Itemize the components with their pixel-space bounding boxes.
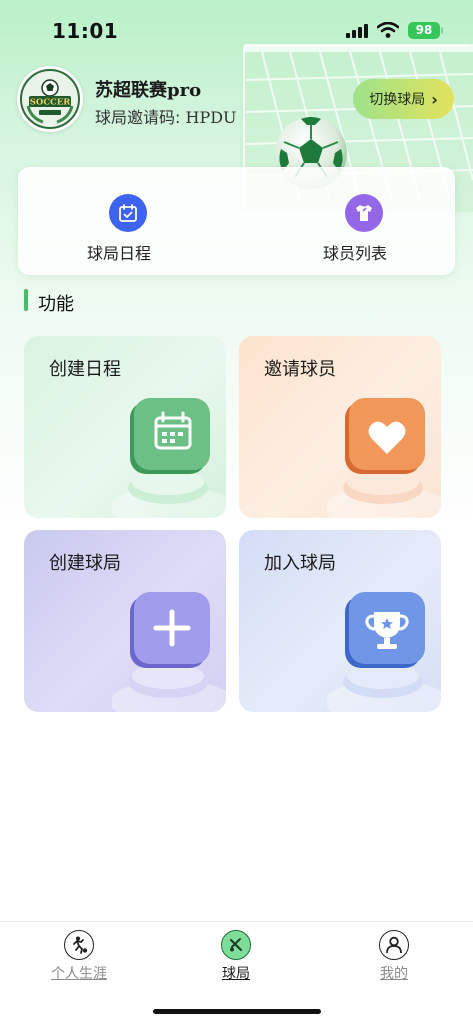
jersey-icon	[345, 194, 383, 232]
quick-actions-card: 球局日程 球员列表	[18, 167, 455, 275]
wifi-icon	[377, 22, 399, 38]
quick-action-players[interactable]: 球员列表	[237, 168, 455, 276]
battery-cap	[441, 27, 443, 34]
logo-text: SOCCER	[30, 98, 72, 108]
section-accent-bar	[24, 289, 28, 311]
function-card-title: 创建日程	[49, 359, 121, 380]
quick-action-schedule[interactable]: 球局日程	[19, 168, 237, 276]
soccer-club-logo-icon: SOCCER	[20, 69, 80, 129]
status-time: 11:01	[52, 19, 119, 43]
trophy-icon	[327, 592, 441, 712]
function-card-join-game[interactable]: 加入球局	[239, 530, 441, 712]
tab-career[interactable]: 个人生涯	[19, 930, 139, 983]
switch-game-label: 切换球局	[369, 92, 426, 108]
function-card-title: 加入球局	[264, 553, 336, 574]
invite-code-line: 球局邀请码: HPDU	[95, 104, 237, 128]
league-logo[interactable]: SOCCER	[17, 66, 83, 132]
person-icon	[379, 930, 409, 960]
ball-tools-icon	[221, 930, 251, 960]
invite-code-value: HPDU	[185, 108, 237, 127]
calendar-check-icon	[109, 194, 147, 232]
switch-game-button[interactable]: 切换球局 ›	[353, 79, 454, 119]
tab-label: 个人生涯	[51, 966, 107, 982]
tab-label: 球局	[222, 966, 250, 982]
section-title: 功能	[38, 294, 74, 315]
function-card-title: 邀请球员	[264, 359, 336, 380]
quick-action-label: 球员列表	[322, 244, 387, 263]
tab-label: 我的	[380, 966, 408, 982]
home-indicator[interactable]	[153, 1009, 321, 1014]
plus-icon	[112, 592, 226, 712]
tab-games[interactable]: 球局	[176, 930, 296, 983]
invite-code-label: 球局邀请码:	[95, 108, 186, 127]
calendar-icon	[112, 398, 226, 518]
battery-indicator: 98	[408, 22, 440, 39]
chevron-right-icon: ›	[431, 89, 438, 109]
tab-mine[interactable]: 我的	[334, 930, 454, 983]
function-card-create-schedule[interactable]: 创建日程	[24, 336, 226, 518]
runner-icon	[64, 930, 94, 960]
function-card-invite-players[interactable]: 邀请球员	[239, 336, 441, 518]
cellular-signal-icon	[346, 24, 368, 38]
function-card-create-game[interactable]: 创建球局	[24, 530, 226, 712]
quick-action-label: 球局日程	[86, 244, 151, 263]
heart-icon	[327, 398, 441, 518]
status-bar: 11:01 98	[0, 0, 473, 60]
function-card-title: 创建球局	[49, 553, 121, 574]
league-name: 苏超联赛pro	[95, 80, 202, 101]
